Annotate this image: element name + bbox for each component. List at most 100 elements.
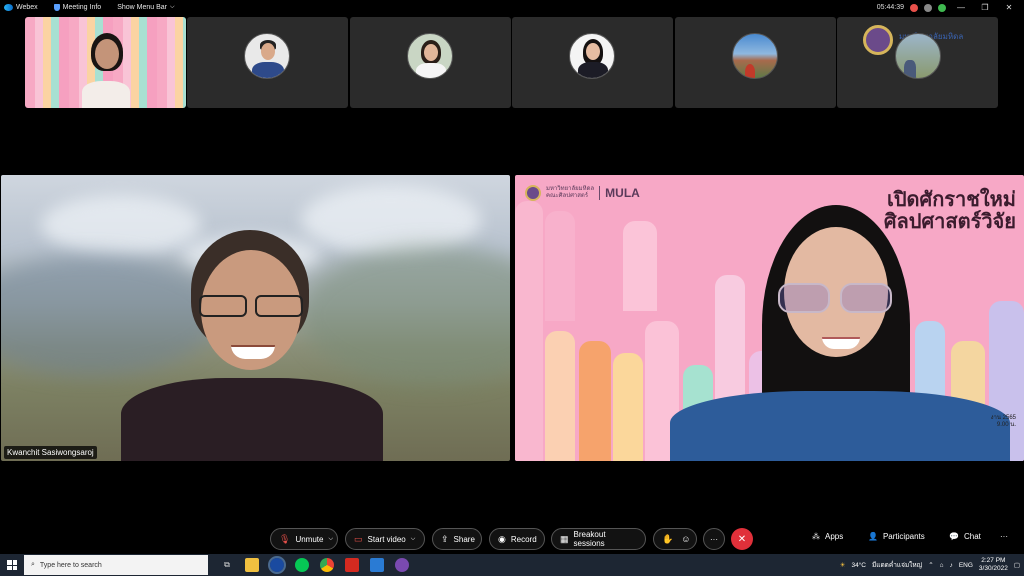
weather-temp[interactable]: 34°C (851, 562, 866, 569)
close-icon: ✕ (737, 533, 747, 545)
chevron-down-icon: ⌵ (170, 4, 175, 10)
reactions-group[interactable]: ✋ ☺ (653, 528, 697, 550)
photos-icon[interactable] (370, 558, 384, 572)
record-button[interactable]: ◉ Record (489, 528, 545, 550)
participant-video (80, 29, 132, 108)
participant-filmstrip: มหาวิทยาลัยมหิดล (25, 17, 1000, 108)
webex-logo-icon (4, 4, 13, 11)
participant-thumbnail[interactable] (512, 17, 673, 108)
participant-name-tag: Kwanchit Sasiwongsaroj (4, 446, 97, 459)
apps-button[interactable]: ⁂ Apps (812, 532, 843, 541)
avatar (569, 33, 615, 79)
overflow-menu-button[interactable]: ··· (1000, 532, 1008, 541)
task-view-icon[interactable]: ⧉ (220, 558, 234, 572)
participant-thumbnail[interactable]: มหาวิทยาลัยมหิดล (837, 17, 998, 108)
network-icon[interactable]: ⌂ (940, 562, 944, 569)
more-label: ··· (710, 534, 718, 544)
start-button[interactable] (0, 560, 24, 570)
glasses-icon (199, 295, 305, 319)
participants-button[interactable]: 👤 Participants (868, 532, 925, 541)
meeting-timer: 05:44:39 (876, 4, 904, 11)
meeting-info-button[interactable]: Meeting Info (53, 4, 102, 11)
restore-button[interactable]: ❐ (976, 3, 994, 12)
show-menu-bar-button[interactable]: Show Menu Bar ⌵ (117, 4, 174, 11)
start-video-button[interactable]: ▭ Start video ⌵ (345, 528, 425, 550)
search-placeholder: Type here to search (39, 561, 102, 569)
leave-meeting-button[interactable]: ✕ (731, 528, 753, 550)
mula-logo: มหาวิทยาลัยมหิดล คณะศิลปศาสตร์ MULA (525, 185, 640, 201)
breakout-icon: ▦ (560, 533, 569, 544)
video-tile-active-speaker[interactable]: Kwanchit Sasiwongsaroj (1, 175, 510, 461)
participants-icon: 👤 (868, 532, 878, 541)
meeting-info-label: Meeting Info (62, 4, 102, 11)
recording-icon (910, 3, 918, 12)
breakout-sessions-button[interactable]: ▦ Breakout sessions (551, 528, 646, 550)
reaction-icon[interactable]: ☺ (681, 534, 690, 544)
windows-icon (7, 560, 17, 570)
status-icon (924, 3, 932, 12)
participant-thumbnail[interactable] (350, 17, 511, 108)
weather-text: มีแดดค่ำแจ่มใหญ่ (871, 562, 923, 569)
meeting-controls: 🎙 Unmute ⌵ ▭ Start video ⌵ ⇪ Share ◉ Rec… (0, 526, 1024, 554)
logo-thai-line1: มหาวิทยาลัยมหิดล (546, 186, 595, 192)
logo-brand: MULA (605, 186, 640, 200)
connection-icon (938, 3, 946, 12)
avatar (895, 33, 941, 79)
windows-taskbar: ⌕ Type here to search ⧉ ☀ 34°C มีแดดค่ำแ… (0, 554, 1024, 576)
participant-video (670, 205, 1010, 461)
participant-thumbnail[interactable] (187, 17, 348, 108)
university-seal-icon (525, 185, 541, 201)
slide-footnote-line2: 9.00 น. (996, 422, 1016, 428)
close-button[interactable]: ✕ (1000, 3, 1018, 12)
title-bar: Webex Meeting Info Show Menu Bar ⌵ 05:44… (0, 0, 1024, 15)
chrome-icon[interactable] (320, 558, 334, 572)
unmute-button[interactable]: 🎙 Unmute ⌵ (270, 528, 338, 550)
language-indicator[interactable]: ENG (959, 562, 973, 569)
webex-menu[interactable]: Webex (4, 4, 38, 11)
media-app-icon[interactable] (395, 558, 409, 572)
avatar (407, 33, 453, 79)
webex-taskbar-icon[interactable] (268, 556, 286, 574)
unmute-label: Unmute (295, 534, 324, 544)
more-options-button[interactable]: ··· (703, 528, 725, 550)
line-app-icon[interactable] (295, 558, 309, 572)
apps-label: Apps (825, 532, 844, 541)
glasses-icon (778, 283, 894, 317)
search-icon: ⌕ (31, 561, 35, 568)
microphone-muted-icon: 🎙 (279, 533, 291, 544)
record-icon: ◉ (498, 533, 506, 544)
raise-hand-icon[interactable]: ✋ (662, 534, 673, 545)
taskbar-clock[interactable]: 2:27 PM 3/30/2022 (979, 557, 1008, 573)
share-icon: ⇪ (441, 533, 449, 544)
record-label: Record (510, 534, 537, 544)
chat-label: Chat (963, 532, 981, 541)
overflow-label: ··· (1000, 532, 1008, 541)
participant-thumbnail[interactable] (25, 17, 186, 108)
avatar (732, 33, 778, 79)
app-name: Webex (16, 4, 38, 11)
slide-footnote-line1: งาน 2565 (990, 415, 1016, 421)
avatar (244, 33, 290, 79)
chevron-down-icon: ⌵ (410, 535, 416, 542)
volume-icon[interactable]: ♪ (950, 562, 953, 569)
share-button[interactable]: ⇪ Share (432, 528, 482, 550)
minimize-button[interactable]: — (952, 3, 970, 12)
share-label: Share (453, 534, 475, 544)
slide-footnote: งาน 2565 9.00 น. (991, 415, 1016, 429)
camera-off-icon: ▭ (354, 533, 363, 544)
logo-thai-line2: คณะศิลปศาสตร์ (546, 193, 589, 199)
chevron-up-icon[interactable]: ⌃ (928, 561, 933, 569)
system-tray: ☀ 34°C มีแดดค่ำแจ่มใหญ่ ⌃ ⌂ ♪ ENG 2:27 P… (840, 554, 1020, 576)
video-tile-participant[interactable]: มหาวิทยาลัยมหิดล คณะศิลปศาสตร์ MULA เปิด… (515, 175, 1024, 461)
acrobat-icon[interactable] (345, 558, 359, 572)
university-seal-icon (863, 25, 893, 55)
chat-button[interactable]: 💬 Chat (949, 532, 981, 541)
participant-video (121, 230, 401, 461)
participant-thumbnail[interactable] (675, 17, 836, 108)
notification-icon[interactable]: ▢ (1014, 561, 1020, 569)
clock-time: 2:27 PM (981, 557, 1006, 564)
clock-date: 3/30/2022 (978, 565, 1008, 572)
participants-label: Participants (882, 532, 925, 541)
taskbar-search[interactable]: ⌕ Type here to search (24, 555, 208, 575)
file-explorer-icon[interactable] (245, 558, 259, 572)
